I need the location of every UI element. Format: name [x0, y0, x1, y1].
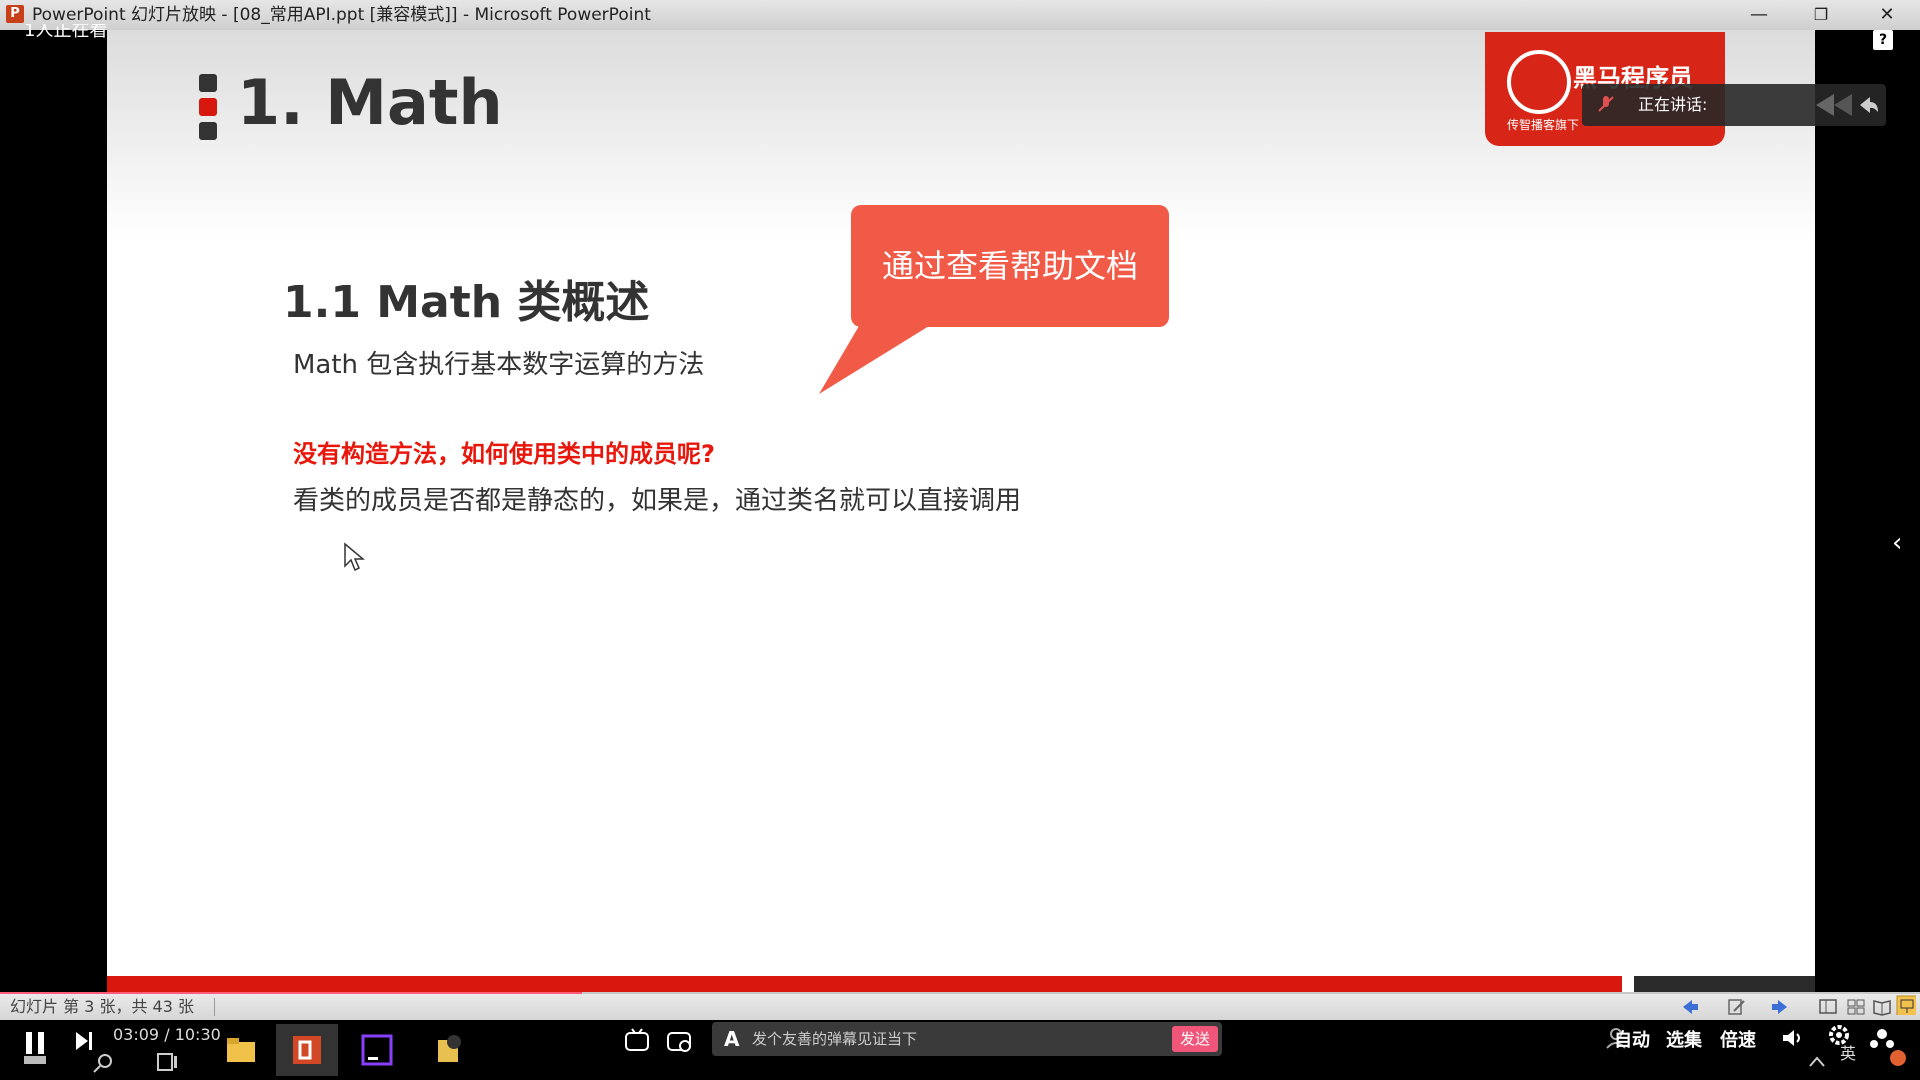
danmaku-style-icon[interactable]: A [724, 1027, 739, 1051]
input-language-indicator[interactable]: 英 [1840, 1040, 1856, 1064]
slide-title: 1. Math [237, 66, 503, 139]
status-divider [214, 998, 215, 1016]
slide-canvas: 1. Math 黑马程序员 传智播客旗下 1.1 Math 类概述 Math 包… [107, 30, 1815, 1000]
volume-icon[interactable] [1780, 1026, 1804, 1050]
close-button[interactable]: ✕ [1864, 0, 1910, 30]
file-explorer-icon[interactable] [210, 1024, 272, 1076]
powerpoint-status-bar: 幻灯片 第 3 张，共 43 张 [0, 994, 1920, 1020]
pause-icon[interactable] [22, 1030, 48, 1066]
reading-view-icon[interactable] [1872, 997, 1892, 1017]
danmaku-toggle-icon[interactable] [624, 1028, 650, 1054]
help-button[interactable]: ? [1873, 30, 1893, 50]
restore-button[interactable]: ❐ [1798, 0, 1844, 30]
window-title-bar: P PowerPoint 幻灯片放映 - [08_常用API.ppt [兼容模式… [0, 0, 1920, 30]
mouse-cursor-icon [344, 542, 365, 572]
help-tool-icon[interactable] [418, 1024, 480, 1076]
powerpoint-app-icon: P [6, 5, 24, 23]
horse-logo-icon [1507, 50, 1571, 114]
minimize-button[interactable]: — [1736, 0, 1782, 30]
task-view-icon[interactable] [156, 1050, 180, 1074]
time-separator: / [164, 1025, 170, 1044]
powerpoint-icon [293, 1036, 321, 1064]
current-time: 03:09 [113, 1025, 160, 1044]
powerpoint-taskbar-item[interactable] [276, 1024, 338, 1076]
search-icon[interactable] [92, 1052, 114, 1074]
logo-subtitle: 传智播客旗下 [1507, 118, 1580, 132]
side-panel-chevron-icon[interactable]: ‹ [1892, 528, 1902, 558]
danmaku-input[interactable]: A 发个友善的弹幕见证当下 [712, 1022, 1222, 1056]
speaking-controls-icon[interactable] [1812, 92, 1880, 118]
question-text: 没有构造方法，如何使用类中的成员呢? [293, 440, 715, 468]
playback-speed-button[interactable]: 倍速 [1720, 1026, 1756, 1052]
callout-bubble: 通过查看帮助文档 [851, 205, 1169, 327]
callout-tail-icon [819, 326, 929, 394]
title-marker-icon [199, 74, 217, 144]
next-episode-icon[interactable] [74, 1030, 94, 1052]
episodes-button[interactable]: 选集 [1666, 1026, 1702, 1052]
slide-count-status: 幻灯片 第 3 张，共 43 张 [10, 997, 194, 1016]
normal-view-icon[interactable] [1818, 997, 1838, 1017]
slideshow-view-icon[interactable] [1896, 995, 1916, 1015]
speaking-label: 正在讲话: [1638, 95, 1708, 114]
prev-slide-icon[interactable] [1680, 997, 1700, 1017]
playback-time: 03:09 / 10:30 [113, 1025, 221, 1044]
slide-sorter-icon[interactable] [1846, 997, 1866, 1017]
window-title: PowerPoint 幻灯片放映 - [08_常用API.ppt [兼容模式]]… [32, 5, 651, 25]
muted-mic-icon [1598, 96, 1614, 112]
tray-chevron-up-icon[interactable] [1808, 1054, 1826, 1068]
danmaku-placeholder: 发个友善的弹幕见证当下 [752, 1030, 918, 1048]
section-heading: 1.1 Math 类概述 [283, 277, 650, 328]
intellij-idea-icon[interactable] [346, 1024, 408, 1076]
auto-quality-button[interactable]: 自动 [1614, 1026, 1650, 1052]
danmaku-settings-icon[interactable] [666, 1028, 692, 1054]
answer-text: 看类的成员是否都是静态的，如果是，通过类名就可以直接调用 [293, 486, 1022, 516]
description-text: Math 包含执行基本数字运算的方法 [293, 350, 705, 380]
notes-icon[interactable] [1726, 997, 1746, 1017]
next-slide-icon[interactable] [1770, 997, 1790, 1017]
network-share-icon[interactable] [1866, 1022, 1916, 1072]
viewer-count-text: 1人正在看 [24, 24, 108, 38]
speaking-indicator: 正在讲话: [1582, 84, 1886, 126]
send-danmaku-button[interactable]: 发送 [1172, 1026, 1218, 1052]
